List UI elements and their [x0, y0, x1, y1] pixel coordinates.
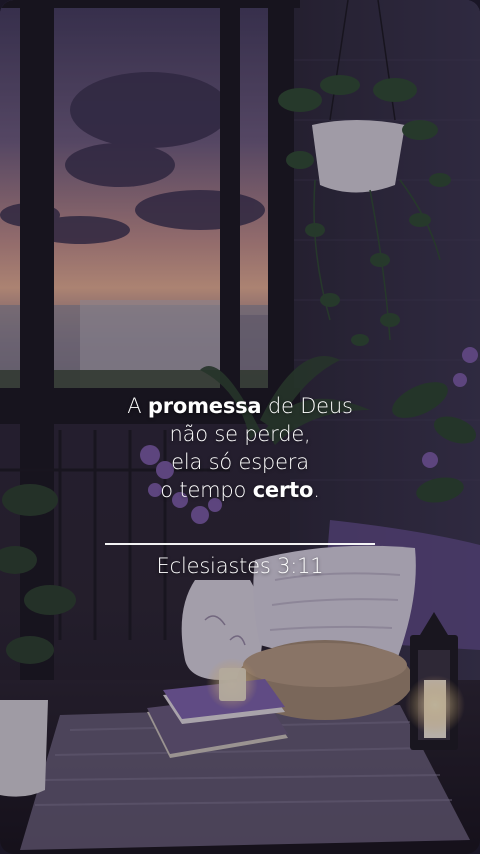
quote-line-4-post: . [313, 478, 320, 502]
quote-line-1-post: de Deus [261, 394, 353, 418]
divider-line [105, 543, 375, 545]
quote-line-1-pre: A [127, 394, 148, 418]
bible-reference: Eclesiastes 3:11 [156, 554, 324, 578]
quote-line-4: o tempo certo. [0, 476, 480, 504]
wallpaper-canvas: A promessa de Deus não se perde, ela só … [0, 0, 480, 854]
quote-line-1: A promessa de Deus [0, 392, 480, 420]
quote-line-2: não se perde, [169, 422, 311, 446]
quote-text: A promessa de Deus não se perde, ela só … [0, 392, 480, 504]
quote-line-1-bold: promessa [147, 394, 262, 418]
quote-line-4-pre: o tempo [160, 478, 253, 502]
quote-line-4-bold: certo [252, 478, 314, 502]
quote-line-3: ela só espera [171, 450, 309, 474]
